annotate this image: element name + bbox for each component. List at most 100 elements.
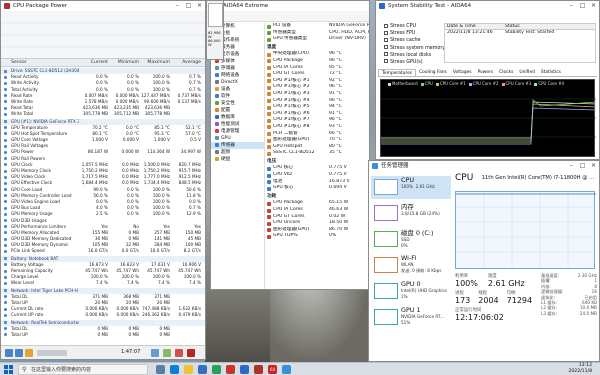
settings-icon[interactable] bbox=[163, 349, 171, 357]
tree-item[interactable]: 网络设备 bbox=[211, 72, 264, 79]
stress-option[interactable]: Stress cache bbox=[384, 37, 442, 44]
nav-back-icon[interactable] bbox=[5, 349, 13, 357]
stability-titlebar[interactable]: System Stability Test - AIDA64 – □ × bbox=[376, 1, 599, 11]
tree-item[interactable]: 性能测试 bbox=[211, 121, 264, 128]
tree-item[interactable]: 数据库 bbox=[211, 114, 264, 121]
tab-6[interactable]: Statistics bbox=[538, 69, 564, 76]
checkbox[interactable] bbox=[384, 30, 388, 35]
clock-icon[interactable] bbox=[151, 349, 159, 357]
perf-card-1[interactable]: 内存 3.8/15.8 GB (24%) bbox=[371, 202, 451, 225]
minimize-button[interactable]: – bbox=[172, 1, 183, 11]
minimize-button[interactable]: – bbox=[566, 1, 577, 11]
report-icon[interactable] bbox=[25, 349, 33, 357]
close-button[interactable]: × bbox=[588, 1, 599, 11]
sensor-entry[interactable]: CPU GT Cores 72 °C bbox=[267, 71, 369, 78]
column-header-0[interactable]: Sensor bbox=[1, 59, 79, 66]
stress-option[interactable]: Stress local disks bbox=[384, 52, 442, 59]
sensor-entry[interactable]: CPU #1/核心 #4 96 °C bbox=[267, 98, 369, 105]
start-button[interactable] bbox=[4, 365, 13, 374]
hwinfo-titlebar[interactable]: CPU Package Power – □ × bbox=[1, 1, 205, 11]
sensor-entry[interactable]: CPU IA Cores 95 °C bbox=[267, 65, 369, 72]
checkbox[interactable] bbox=[384, 23, 388, 28]
column-header-2[interactable]: Minimum bbox=[110, 59, 141, 66]
checkbox[interactable] bbox=[384, 37, 388, 42]
tree-item[interactable]: 软件 bbox=[211, 93, 264, 100]
tab-2[interactable]: Voltages bbox=[450, 69, 475, 76]
hwinfo-taskbar-icon[interactable] bbox=[254, 365, 263, 374]
perf-card-4[interactable]: GPU 0 Intel(R) UHD Graphics 1% bbox=[371, 280, 451, 303]
tree-item[interactable]: 设备 bbox=[211, 86, 264, 93]
nav-forward-icon[interactable] bbox=[15, 349, 23, 357]
maximize-button[interactable]: □ bbox=[577, 161, 588, 171]
sensor-entry[interactable]: GPU 核心 0.694 V bbox=[267, 185, 369, 192]
tree-item[interactable]: 超频 bbox=[211, 149, 264, 156]
stress-option[interactable]: Stress system memory bbox=[384, 45, 445, 52]
sensor-entry[interactable]: CPU Uncore 18.50 W bbox=[267, 220, 369, 227]
app-badge-64[interactable]: 64 bbox=[268, 365, 277, 374]
maximize-button[interactable]: □ bbox=[577, 1, 588, 11]
sensor-row[interactable]: Total UP 0 MB 0 MB 0 MB bbox=[1, 332, 205, 338]
sensor-row[interactable]: Current UP rate 0.000 KB/s 0.000 KB/s 246.3… bbox=[1, 312, 205, 318]
perf-card-5[interactable]: GPU 1 NVIDIA GeForce RT... 51% bbox=[371, 306, 451, 329]
task-manager-taskbar-icon[interactable] bbox=[282, 365, 291, 374]
tab-0[interactable]: Temperatures bbox=[378, 69, 417, 76]
sensor-entry[interactable]: CPU Package 65.15 W bbox=[267, 200, 369, 207]
sensor-entry[interactable]: CPU #1/核心 #2 96 °C bbox=[267, 84, 369, 91]
tree-item[interactable]: 电源管理 bbox=[211, 128, 264, 135]
tree-item[interactable]: 存储器 bbox=[211, 65, 264, 72]
perf-card-0[interactable]: CPU 100% 2.61 GHz bbox=[371, 176, 451, 199]
sensor-entry[interactable]: 传感器类型 CPU, HDD, ACPI, PCH, SNB bbox=[267, 30, 369, 37]
minimize-button[interactable]: – bbox=[566, 161, 577, 171]
tab-4[interactable]: Clocks bbox=[496, 69, 516, 76]
app-icon-1[interactable] bbox=[212, 365, 221, 374]
column-header-3[interactable]: Maximum bbox=[141, 59, 172, 66]
edge-icon[interactable] bbox=[170, 365, 179, 374]
sensor-entry[interactable]: CPU #1/核心 #6 91 °C bbox=[267, 111, 369, 118]
sensor-entry[interactable]: CPU #1/核心 #8 93 °C bbox=[267, 124, 369, 131]
task-manager-titlebar[interactable]: 任务管理器 – □ × bbox=[369, 161, 599, 171]
sensor-entry[interactable]: PCH 二极管 66 °C bbox=[267, 131, 369, 138]
tab-3[interactable]: Powers bbox=[475, 69, 497, 76]
sensor-entry[interactable]: CPU #1/核心 #3 91 °C bbox=[267, 91, 369, 98]
sensor-entry[interactable]: 中央处理器(CPU) 96 °C bbox=[267, 51, 369, 58]
close-sensors-icon[interactable] bbox=[187, 349, 195, 357]
tree-item[interactable]: 安全性 bbox=[211, 100, 264, 107]
store-icon[interactable] bbox=[198, 365, 207, 374]
sensor-entry[interactable]: GPU Hotspot 80 °C bbox=[267, 144, 369, 151]
sensor-entry[interactable]: GPU TDP% 0% bbox=[267, 233, 369, 240]
sensor-entry[interactable]: 图形处理器(GPU) 86.70 W bbox=[267, 227, 369, 234]
checkbox[interactable] bbox=[384, 59, 388, 64]
sensor-entry[interactable]: GPU 传感器类型 Driver (NV-DRV) bbox=[267, 36, 369, 43]
tree-item[interactable]: DirectX bbox=[211, 79, 264, 86]
tab-5[interactable]: Unified bbox=[516, 69, 537, 76]
app-icon-2[interactable] bbox=[226, 365, 235, 374]
stress-option[interactable]: Stress GPU(s) bbox=[384, 59, 442, 66]
sensor-entry[interactable]: CPU #1/核心 #5 94 °C bbox=[267, 104, 369, 111]
perf-card-3[interactable]: Wi-Fi WLAN 发送: 0 接收: 8 Kbps bbox=[371, 254, 451, 277]
sensor-row[interactable]: Wear Level 7.4 % 7.4 % 7.4 % 7.4 % bbox=[1, 280, 205, 286]
perf-card-2[interactable]: 磁盘 0 (C:) SSD 0% bbox=[371, 228, 451, 251]
task-view-icon[interactable] bbox=[156, 365, 165, 374]
tree-item[interactable]: 硬盘 bbox=[211, 156, 264, 163]
sensor-entry[interactable]: CPU IA Cores 46.63 W bbox=[267, 207, 369, 214]
stress-option[interactable]: Stress CPU bbox=[384, 23, 442, 30]
tree-item[interactable]: GPU bbox=[211, 135, 264, 142]
tree-item[interactable]: 配置 bbox=[211, 107, 264, 114]
sensor-row[interactable]: PCIe Link Speed 16.0 GT/s 0.0 GT/s 16.0 GT/… bbox=[1, 248, 205, 254]
checkbox[interactable] bbox=[384, 52, 388, 57]
sensor-entry[interactable]: CPU 核心 0.775 V bbox=[267, 165, 369, 172]
taskbar-search-box[interactable]: ⚲ 在这里输入你要搜索的内容 bbox=[18, 364, 148, 375]
checkbox[interactable] bbox=[384, 45, 388, 50]
reset-icon[interactable] bbox=[175, 349, 183, 357]
aida64-taskbar-icon[interactable] bbox=[240, 365, 249, 374]
close-button[interactable]: × bbox=[588, 161, 599, 171]
sensor-entry[interactable]: CPU GT Cores 0.02 W bbox=[267, 214, 369, 221]
sensor-entry[interactable]: 电池 16.873 V bbox=[267, 179, 369, 186]
sensor-entry[interactable]: SSSTC CL1-8D512 35 °C bbox=[267, 150, 369, 157]
sensor-entry[interactable]: CPU VID 0.775 V bbox=[267, 172, 369, 179]
stress-option[interactable]: Stress FPU bbox=[384, 30, 442, 37]
tree-item[interactable]: 传感器 bbox=[211, 142, 264, 149]
sensor-entry[interactable]: CPU #1/核心 #1 92 °C bbox=[267, 78, 369, 85]
column-header-4[interactable]: Average bbox=[172, 59, 203, 66]
aida64-titlebar[interactable]: AIDA64 Extreme bbox=[211, 1, 369, 11]
